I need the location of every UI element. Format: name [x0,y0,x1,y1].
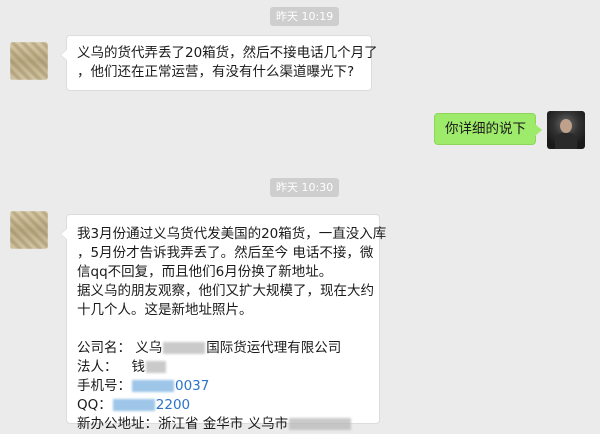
timestamp-first: 昨天 10:19 [270,7,340,26]
legal-person-prefix: 钱 [131,359,146,375]
message-bubble-outgoing[interactable]: 你详细的说下 [434,113,542,145]
phone-number-suffix[interactable]: 0037 [175,378,209,394]
avatar-self[interactable] [547,111,585,149]
company-name-prefix: 义乌 [135,340,163,356]
company-row: 公司名： 义乌 国际货运代理有限公司 [77,339,369,358]
company-label: 公司名： [77,340,131,356]
phone-label: 手机号： [77,378,131,394]
redaction-mark [146,361,166,373]
message-bubble-incoming-first[interactable]: 义乌的货代弄丢了20箱货，然后不接电话几个月了 ，他们还在正常运营，有没有什么渠… [60,35,378,91]
message-text-line: 信qq不回复，而且他们6月份换了新地址。 [77,264,333,280]
redaction-mark [163,342,206,354]
message-text-line: 你详细的说下 [445,121,526,137]
chat-window: 昨天 10:19 义乌的货代弄丢了20箱货，然后不接电话几个月了 ，他们还在正常… [0,0,600,432]
message-bubble-incoming-second[interactable]: 我3月份通过义乌货代发美国的20箱货，一直没入库 ，5月份才告诉我弄丢了。然后至… [60,214,387,432]
redaction-mark [289,418,352,430]
phone-row: 手机号： 0037 [77,377,369,396]
message-text-line: ，5月份才告诉我弄丢了。然后至今 电话不接，微 [77,245,374,261]
message-text-line: 义乌的货代弄丢了20箱货，然后不接电话几个月了 [77,45,378,61]
message-text-line: 我3月份通过义乌货代发美国的20箱货，一直没入库 [77,226,387,242]
qq-label: QQ： [77,397,112,413]
avatar-image [10,211,48,249]
avatar-image [547,111,585,149]
avatar-contact[interactable] [10,42,48,80]
avatar-contact[interactable] [10,211,48,249]
redaction-mark [132,380,174,392]
message-text-line: 据义乌的朋友观察，他们又扩大规模了，现在大约 [77,283,374,299]
redaction-mark [112,399,155,411]
address-prefix: 浙江省 金华市 义乌市 [158,416,289,432]
company-name-suffix: 国际货运代理有限公司 [206,340,342,356]
legal-person-label: 法人： [77,359,118,375]
message-text-line: ，他们还在正常运营，有没有什么渠道曝光下? [77,64,355,80]
qq-row: QQ： 2200 [77,396,369,415]
message-text-line: 十几个人。这是新地址照片。 [77,302,253,318]
avatar-image [10,42,48,80]
timestamp-second: 昨天 10:30 [270,178,340,197]
qq-number-suffix[interactable]: 2200 [156,397,190,413]
address-label: 新办公地址： [77,416,158,432]
address-row: 新办公地址：浙江省 金华市 义乌市 [77,415,369,434]
legal-person-row: 法人： 钱 [77,358,369,377]
